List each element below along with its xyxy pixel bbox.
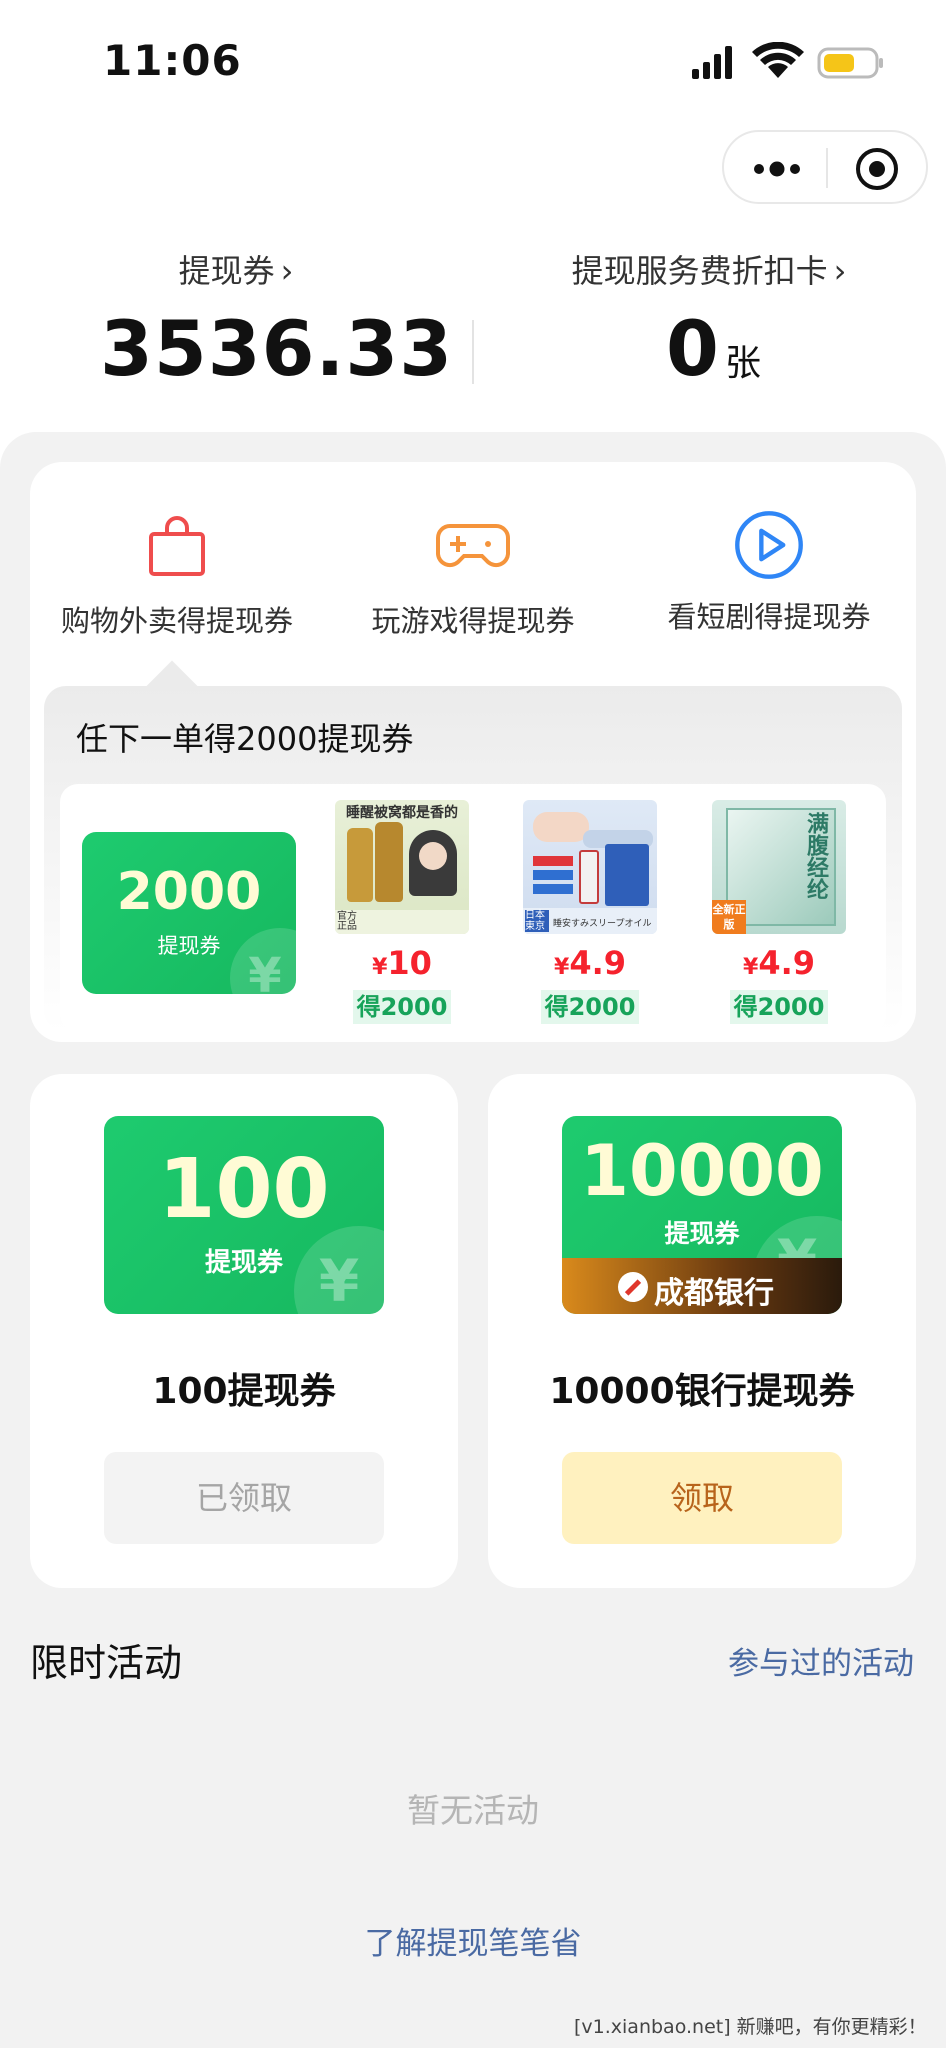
coupon-10000-image: ¥ 10000 提现券 成都银行: [562, 1116, 842, 1314]
product-price: ¥4.9: [554, 944, 626, 982]
play-icon: [735, 511, 803, 579]
battery-icon: [817, 47, 883, 79]
product-reward: 得2000: [730, 990, 828, 1024]
product-item[interactable]: 睡醒被窝都是香的 官方正品 ¥10 得2000: [335, 800, 469, 1024]
category-label: 玩游戏得提现券: [371, 604, 575, 638]
product-image-tag: 官方正品: [337, 911, 357, 932]
category-label: 看短剧得提现券: [667, 600, 871, 634]
discount-card-balance[interactable]: 提现服务费折扣卡 ›: [472, 246, 946, 292]
mini-program-capsule: [722, 130, 928, 204]
coupon-label: 提现券: [204, 1248, 283, 1278]
wifi-icon: [752, 42, 804, 78]
empty-activities-text: 暂无活动: [407, 1791, 539, 1830]
product-reward: 得2000: [541, 990, 639, 1024]
joined-activities-link[interactable]: 参与过的活动: [728, 1638, 914, 1683]
product-price: ¥10: [372, 944, 432, 982]
chevron-right-icon: ›: [833, 252, 847, 290]
more-icon[interactable]: [750, 154, 804, 184]
learn-more-link[interactable]: 了解提现笔笔省: [0, 1918, 946, 1963]
header-divider: [472, 320, 474, 384]
voucher-value: 3536.33: [100, 304, 454, 393]
product-image-tag: 日本東京: [525, 910, 549, 932]
activities-title: 限时活动: [30, 1641, 183, 1685]
discount-card-unit: 张: [724, 343, 761, 384]
product-image-tag: 全新正版: [712, 900, 746, 934]
status-time: 11:06: [103, 36, 242, 85]
coupon-amount: 10000: [580, 1130, 824, 1212]
claim-button[interactable]: 领取: [562, 1452, 842, 1544]
discount-card-count: 0 张: [666, 304, 761, 393]
product-image: 满腹经纶 全新正版: [712, 800, 846, 934]
category-drama[interactable]: 看短剧得提现券: [624, 511, 914, 636]
product-price: ¥4.9: [743, 944, 815, 982]
voucher-balance[interactable]: 提现券 ›: [0, 246, 472, 292]
product-image: 日本東京 睡安すみスリープオイル: [523, 800, 657, 934]
coupon-title: 100提现券: [152, 1371, 336, 1412]
gamepad-icon: [436, 524, 510, 568]
capsule-divider: [826, 148, 828, 188]
promo-coupon[interactable]: ¥ 2000 提现券: [82, 832, 296, 994]
bank-logo-icon: [618, 1272, 648, 1302]
category-game[interactable]: 玩游戏得提现券: [328, 514, 618, 640]
product-image-caption: 睡醒被窝都是香的: [346, 805, 458, 821]
voucher-label: 提现券 ›: [178, 252, 294, 290]
coupon-100-image: ¥ 100 提现券: [104, 1116, 384, 1314]
discount-card-value: 0: [666, 304, 720, 393]
promo-coupon-amount: 2000: [116, 862, 262, 922]
product-image-caption: 满腹经纶: [803, 812, 829, 900]
product-reward: 得2000: [353, 990, 451, 1024]
chevron-right-icon: ›: [280, 252, 294, 290]
close-target-icon[interactable]: [854, 146, 900, 192]
product-image: 睡醒被窝都是香的 官方正品: [335, 800, 469, 934]
watermark: [v1.xianbao.net] 新赚吧，有你更精彩！: [574, 2016, 927, 2038]
promo-title: 任下一单得2000提现券: [76, 720, 414, 758]
category-shopping[interactable]: 购物外卖得提现券: [32, 514, 322, 640]
category-label: 购物外卖得提现券: [60, 604, 293, 638]
coupon-label: 提现券: [664, 1219, 740, 1248]
shopping-bag-icon: [149, 516, 205, 576]
discount-card-label: 提现服务费折扣卡 ›: [571, 252, 847, 290]
status-icons: [692, 42, 883, 79]
claimed-button[interactable]: 已领取: [104, 1452, 384, 1544]
coupon-title: 10000银行提现券: [549, 1371, 855, 1412]
product-item[interactable]: 日本東京 睡安すみスリープオイル ¥4.9 得2000: [523, 800, 657, 1024]
coupon-amount: 100: [158, 1142, 330, 1237]
bank-name: 成都银行: [654, 1276, 774, 1311]
product-image-caption: 睡安すみスリープオイル: [553, 919, 652, 929]
signal-icon: [692, 46, 732, 79]
promo-coupon-label: 提现券: [157, 934, 221, 958]
product-item[interactable]: 满腹经纶 全新正版 ¥4.9 得2000: [712, 800, 846, 1024]
